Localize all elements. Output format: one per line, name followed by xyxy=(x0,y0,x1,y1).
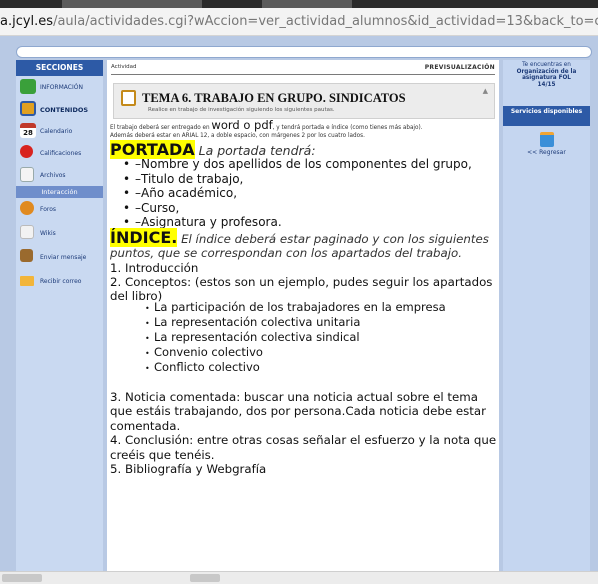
calendar-icon: 28 xyxy=(20,123,36,138)
files-icon xyxy=(20,167,34,182)
tab-strip-segment xyxy=(262,0,352,8)
address-bar[interactable]: a.jcyl.es/aula/actividades.cgi?wAccion=v… xyxy=(0,8,598,36)
sidebar-item-label: Calificaciones xyxy=(40,150,82,157)
intro-text-2: , y tendrá portada e índice (como tienes… xyxy=(272,125,423,131)
mail-icon xyxy=(20,276,34,286)
list-item: Convenio colectivo xyxy=(145,345,446,361)
list-item: La representación colectiva sindical xyxy=(145,330,446,346)
indice-point-5: 5. Bibliografía y Webgrafía xyxy=(110,462,267,477)
activity-subtitle: Realice en trabajo de investigación sigu… xyxy=(148,107,335,113)
sidebar-item-enviar-mensaje[interactable]: Enviar mensaje xyxy=(16,246,103,270)
portada-list: –Nombre y dos apellidos de los component… xyxy=(123,157,472,230)
sidebar-item-informacion[interactable]: INFORMACIÓN xyxy=(16,76,103,98)
sidebar-item-foros[interactable]: Foros xyxy=(16,198,103,222)
sidebar-item-label: Calendario xyxy=(40,128,73,135)
sidebar-item-calendario[interactable]: 28 Calendario xyxy=(16,120,103,142)
intro-text-1: El trabajo deberá ser entregado en xyxy=(110,125,212,131)
remaining-points: 3. Noticia comentada: buscar una noticia… xyxy=(110,390,498,476)
indice-point-2: 2. Conceptos: (estos son un ejemplo, pud… xyxy=(110,274,493,304)
sidebar-item-label: Recibir correo xyxy=(40,278,82,285)
page-title: TEMA 6. TRABAJO EN GRUPO. SINDICATOS xyxy=(142,91,406,105)
indice-label: ÍNDICE. xyxy=(110,228,178,247)
activity-header: Actividad PREVISUALIZACIÓN xyxy=(111,64,495,74)
sidebar-item-wikis[interactable]: Wikis xyxy=(16,222,103,246)
sidebar-item-calificaciones[interactable]: Calificaciones xyxy=(16,142,103,164)
back-icon xyxy=(539,132,554,147)
sidebar-item-contenidos[interactable]: CONTENIDOS xyxy=(16,98,103,120)
breadcrumb: Actividad xyxy=(111,64,137,70)
browser-top-strip xyxy=(0,0,598,8)
course-year: 14/15 xyxy=(537,81,556,88)
grades-icon xyxy=(20,145,33,158)
instructions-text: El trabajo deberá ser entregado en word … xyxy=(110,119,498,140)
list-item: Conflicto colectivo xyxy=(145,360,446,376)
list-item: La participación de los trabajadores en … xyxy=(145,301,446,316)
contents-icon xyxy=(20,101,36,116)
activity-title-box: TEMA 6. TRABAJO EN GRUPO. SINDICATOS Rea… xyxy=(113,83,495,119)
list-item: –Año académico, xyxy=(123,186,472,201)
location-label: Te encuentras en xyxy=(522,62,571,68)
taskbar-button[interactable] xyxy=(2,574,42,582)
tab-strip-segment xyxy=(62,0,202,8)
taskbar-button[interactable] xyxy=(190,574,220,582)
sidebar-item-label: INFORMACIÓN xyxy=(40,84,83,91)
sidebar-item-label: Enviar mensaje xyxy=(40,254,87,261)
sidebar-header: SECCIONES xyxy=(16,60,103,76)
list-item: –Nombre y dos apellidos de los component… xyxy=(123,157,472,172)
back-button[interactable]: << Regresar xyxy=(503,132,590,156)
indice-point-1: 1. Introducción xyxy=(110,260,199,275)
location-info: Te encuentras en Organización de la asig… xyxy=(503,62,590,88)
services-header: Servicios disponibles xyxy=(503,106,590,126)
sidebar-item-label: Foros xyxy=(40,206,57,213)
intro-text-3: Además deberá estar en ARIAL 12, a doble… xyxy=(110,132,365,139)
calendar-day: 28 xyxy=(23,129,33,137)
indice-section: ÍNDICE. El índice deberá estar paginado … xyxy=(110,228,498,304)
interaction-header: Interacción xyxy=(16,186,103,198)
page-frame: SECCIONES INFORMACIÓN CONTENIDOS 28 Cale… xyxy=(0,36,598,571)
list-item: –Curso, xyxy=(123,201,472,216)
sidebar: SECCIONES INFORMACIÓN CONTENIDOS 28 Cale… xyxy=(16,60,103,571)
taskbar xyxy=(0,571,598,584)
info-icon xyxy=(20,79,36,94)
back-label: << Regresar xyxy=(527,149,566,156)
concepts-list: La participación de los trabajadores en … xyxy=(145,301,446,376)
wiki-icon xyxy=(20,225,34,239)
list-item: –Titulo de trabajo, xyxy=(123,172,472,187)
send-message-icon xyxy=(20,249,33,262)
frame-top-rounded-bar xyxy=(16,46,592,58)
activity-doc-icon xyxy=(121,90,136,106)
activity-content: Actividad PREVISUALIZACIÓN TEMA 6. TRABA… xyxy=(107,60,499,571)
course-name: Organización de la asignatura FOL xyxy=(516,68,577,82)
list-item: La representación colectiva unitaria xyxy=(145,315,446,331)
portada-text: La portada tendrá: xyxy=(194,143,316,158)
indice-point-4: 4. Conclusión: entre otras cosas señalar… xyxy=(110,433,497,462)
url-path: /aula/actividades.cgi?wAccion=ver_activi… xyxy=(53,14,598,29)
right-panel: Te encuentras en Organización de la asig… xyxy=(503,60,590,571)
forum-icon xyxy=(20,201,34,215)
url-host: a.jcyl.es xyxy=(0,14,54,29)
sidebar-item-label: CONTENIDOS xyxy=(40,106,89,114)
header-divider xyxy=(111,74,495,75)
sidebar-item-recibir-correo[interactable]: Recibir correo xyxy=(16,270,103,294)
sidebar-item-archivos[interactable]: Archivos xyxy=(16,164,103,186)
indice-point-3: 3. Noticia comentada: buscar una noticia… xyxy=(110,390,486,433)
preview-label: PREVISUALIZACIÓN xyxy=(424,64,495,71)
sidebar-item-label: Wikis xyxy=(40,230,56,237)
intro-format: word o pdf xyxy=(211,118,273,132)
sidebar-item-label: Archivos xyxy=(40,172,66,179)
collapse-up-icon[interactable]: ▲ xyxy=(483,87,488,95)
